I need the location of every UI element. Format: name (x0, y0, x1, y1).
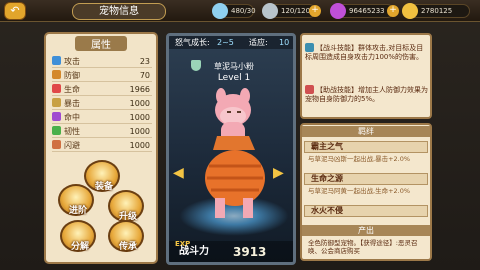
inherit-button[interactable]: 传承 (108, 220, 144, 252)
power-value: 3913 (233, 245, 267, 259)
pet-name: 草泥马小粉 (214, 62, 254, 71)
power-label: 战斗力 (179, 246, 209, 257)
pet-display: 怒气成长: 2~5 适应: 10 草泥马小粉 Level 1 ◀ ▶ EXP 战… (166, 33, 296, 265)
decompose-button[interactable]: 分解 (60, 220, 96, 252)
stat-dodge: 闪避 1000 (52, 140, 152, 152)
support-skill-icon (305, 85, 314, 94)
info-column: 【战斗技能】群体攻击,对目标及目标周围造成自身攻击力100%的伤害。 【助战技能… (300, 33, 432, 265)
energy-icon (262, 3, 278, 19)
resource-gem: 96465233 + (330, 3, 399, 19)
shield-icon (52, 70, 61, 79)
equip-button[interactable]: 装备 (84, 160, 120, 192)
coin-icon (402, 3, 418, 19)
next-pet-arrow-icon[interactable]: ▶ (273, 166, 289, 180)
alpaca-pet-sprite[interactable] (191, 86, 277, 226)
resource-energy: 120/120 + (262, 3, 321, 19)
stat-crit: 暴击 1000 (52, 98, 152, 110)
bond-item-title: 水火不侵 (304, 205, 428, 217)
bond-header: 羁绊 (302, 126, 430, 137)
crit-icon (52, 98, 61, 107)
prev-pet-arrow-icon[interactable]: ◀ (173, 166, 189, 180)
sword-icon (52, 56, 61, 65)
toughness-icon (52, 126, 61, 135)
bond-item-title: 生命之源 (304, 173, 428, 185)
stat-attack: 攻击 23 (52, 56, 152, 68)
advance-button[interactable]: 进阶 (58, 184, 94, 216)
dodge-icon (52, 140, 61, 149)
stat-hit: 命中 1000 (52, 112, 152, 124)
page-title: 宠物信息 (72, 3, 166, 20)
pet-stats-bar: 怒气成长: 2~5 适应: 10 (169, 36, 293, 49)
target-icon (52, 112, 61, 121)
produce-header: 产出 (302, 225, 430, 236)
skills-panel: 【战斗技能】群体攻击,对目标及目标周围造成自身攻击力100%的伤害。 【助战技能… (300, 33, 432, 119)
produce-text: 全色防御型宠物。【获得途径】:恶灵召唤、公会商店购买 (308, 239, 418, 255)
bond-panel: 羁绊 霸主之气 与草泥马凶斯一起出战,暴击+2.0% 生命之源 与草泥马阿黄一起… (300, 123, 432, 261)
add-energy-button[interactable]: + (309, 5, 321, 17)
top-bar: ↶ 宠物信息 480/30 120/120 + 96465233 + 27801… (0, 0, 480, 22)
battle-skill-icon (305, 43, 314, 52)
combat-power: EXP 战斗力 3913 (169, 240, 293, 262)
stat-defense: 防御 70 (52, 70, 152, 82)
bond-item-desc: 与草泥马阿黄一起出战,生命+2.0% (308, 187, 411, 195)
stat-health: 生命 1966 (52, 84, 152, 96)
bond-item-desc: 与草泥马凶斯一起出战,暴击+2.0% (308, 155, 411, 163)
gem-icon (330, 3, 346, 19)
upgrade-button[interactable]: 升级 (108, 190, 144, 222)
resource-coin: 2780125 (402, 3, 470, 19)
attributes-panel: 属性 攻击 23 防御 70 生命 1966 暴击 1000 命中 1000 韧性 1000… (44, 32, 158, 264)
pet-level: Level 1 (217, 73, 251, 83)
add-gem-button[interactable]: + (387, 5, 399, 17)
back-button[interactable]: ↶ (4, 2, 26, 20)
attributes-header: 属性 (46, 36, 156, 51)
stat-toughness: 韧性 1000 (52, 126, 152, 138)
diamond-icon (212, 3, 228, 19)
heart-icon (52, 84, 61, 93)
support-skill: 【助战技能】增加主人防御力效果为宠物自身防御力的5%。 (305, 85, 428, 103)
battle-skill: 【战斗技能】群体攻击,对目标及目标周围造成自身攻击力100%的伤害。 (305, 43, 424, 61)
bond-item-title: 霸主之气 (304, 141, 428, 153)
resource-diamond: 480/30 (212, 3, 256, 19)
back-arrow-icon: ↶ (10, 4, 20, 17)
